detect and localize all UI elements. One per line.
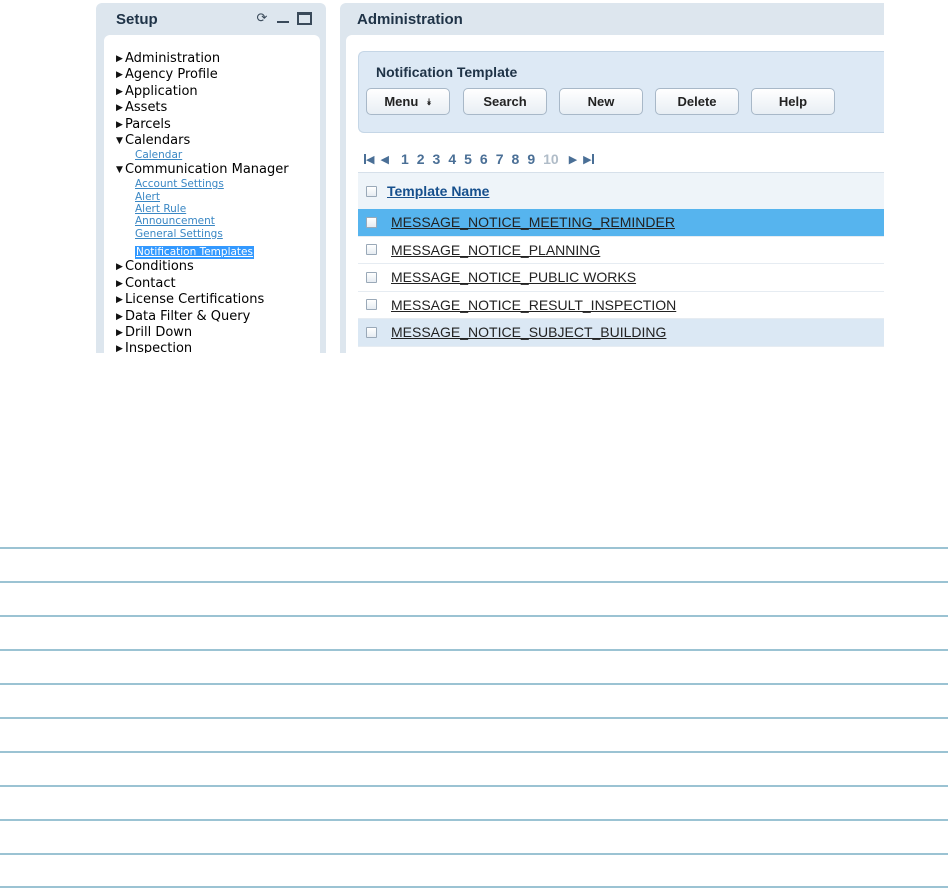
expand-arrow-icon[interactable]: ▶ xyxy=(116,341,125,353)
page-link[interactable]: 6 xyxy=(480,151,488,167)
tree-item-communication-manager[interactable]: ▼ Communication Manager xyxy=(116,162,320,178)
page-link[interactable]: 4 xyxy=(448,151,456,167)
ruled-line xyxy=(0,547,948,549)
tree-item-parcels[interactable]: ▶ Parcels xyxy=(116,117,320,133)
last-page-icon[interactable]: ▶ xyxy=(583,153,594,166)
maximize-icon[interactable] xyxy=(297,11,312,25)
setup-panel: Setup ⟳ ▶ Administration ▶ Agency Profile … xyxy=(96,3,326,353)
template-name-link[interactable]: MESSAGE_NOTICE_RESULT_INSPECTION xyxy=(391,297,676,313)
minimize-icon[interactable] xyxy=(276,11,290,25)
table-row[interactable]: MESSAGE_NOTICE_RESULT_INSPECTION xyxy=(358,292,884,319)
grid-header: Template Name xyxy=(358,172,884,209)
administration-panel-title: Administration xyxy=(357,10,463,28)
expand-arrow-icon[interactable]: ▶ xyxy=(116,51,125,67)
ruled-line xyxy=(0,751,948,753)
expand-arrow-icon[interactable]: ▶ xyxy=(116,292,125,308)
tree-subitem-notification-templates[interactable]: Notification Templates xyxy=(135,246,254,259)
ruled-line xyxy=(0,683,948,685)
table-row[interactable]: MESSAGE_NOTICE_SUBJECT_BUILDING xyxy=(358,319,884,347)
row-checkbox[interactable] xyxy=(366,216,377,228)
select-all-checkbox[interactable] xyxy=(366,185,377,197)
expand-arrow-icon[interactable]: ▶ xyxy=(116,309,125,325)
search-button[interactable]: Search xyxy=(463,88,547,115)
expand-arrow-icon[interactable]: ▶ xyxy=(116,276,125,292)
administration-body: Notification Template Menu ⯯ Search New D… xyxy=(346,35,884,353)
expand-arrow-icon[interactable]: ▶ xyxy=(116,259,125,275)
ruled-line xyxy=(0,615,948,617)
prev-page-icon[interactable]: ◀ xyxy=(380,153,388,166)
notification-template-toolbar: Notification Template Menu ⯯ Search New D… xyxy=(358,51,884,133)
menu-button[interactable]: Menu ⯯ xyxy=(366,88,450,115)
help-button[interactable]: Help xyxy=(751,88,835,115)
page-link[interactable]: 3 xyxy=(433,151,441,167)
tree-item-contact[interactable]: ▶ Contact xyxy=(116,276,320,292)
setup-tree: ▶ Administration ▶ Agency Profile ▶ Applica… xyxy=(104,35,320,353)
table-row[interactable]: MESSAGE_NOTICE_MEETING_REMINDER xyxy=(358,209,884,237)
new-button[interactable]: New xyxy=(559,88,643,115)
delete-button[interactable]: Delete xyxy=(655,88,739,115)
first-page-icon[interactable]: ◀ xyxy=(364,153,374,166)
expand-arrow-icon[interactable]: ▶ xyxy=(116,117,125,133)
tree-item-conditions[interactable]: ▶ Conditions xyxy=(116,259,320,275)
ruled-line xyxy=(0,819,948,821)
tree-subitem-account-settings[interactable]: Account Settings xyxy=(135,178,320,190)
tree-subitem-general-settings[interactable]: General Settings xyxy=(135,228,320,240)
page-link-current: 10 xyxy=(543,151,559,167)
section-title: Notification Template xyxy=(376,64,518,80)
template-name-link[interactable]: MESSAGE_NOTICE_PLANNING xyxy=(391,242,600,258)
page-link[interactable]: 8 xyxy=(512,151,520,167)
template-name-link[interactable]: MESSAGE_NOTICE_SUBJECT_BUILDING xyxy=(391,324,666,340)
tree-item-inspection[interactable]: ▶ Inspection xyxy=(116,341,320,353)
refresh-icon[interactable]: ⟳ xyxy=(255,11,269,25)
tree-item-assets[interactable]: ▶ Assets xyxy=(116,100,320,116)
template-name-link[interactable]: MESSAGE_NOTICE_MEETING_REMINDER xyxy=(391,214,675,230)
tree-item-calendars[interactable]: ▼ Calendars xyxy=(116,133,320,149)
table-row[interactable]: MESSAGE_NOTICE_PLANNING xyxy=(358,237,884,264)
expand-arrow-icon[interactable]: ▶ xyxy=(116,100,125,116)
table-row[interactable]: MESSAGE_NOTICE_PUBLIC WORKS xyxy=(358,264,884,292)
tree-item-agency-profile[interactable]: ▶ Agency Profile xyxy=(116,67,320,83)
ruled-line xyxy=(0,649,948,651)
ruled-line xyxy=(0,886,948,888)
administration-panel: Administration Notification Template Men… xyxy=(340,3,884,353)
tree-item-administration[interactable]: ▶ Administration xyxy=(116,51,320,67)
tree-item-license-certifications[interactable]: ▶ License Certifications xyxy=(116,292,320,308)
page-link[interactable]: 7 xyxy=(496,151,504,167)
row-checkbox[interactable] xyxy=(366,326,377,338)
tree-item-application[interactable]: ▶ Application xyxy=(116,84,320,100)
template-name-link[interactable]: MESSAGE_NOTICE_PUBLIC WORKS xyxy=(391,269,636,285)
row-checkbox[interactable] xyxy=(366,244,377,256)
ruled-line xyxy=(0,581,948,583)
tree-subitem-announcement[interactable]: Announcement xyxy=(135,215,320,227)
expand-arrow-icon[interactable]: ▶ xyxy=(116,325,125,341)
page-link[interactable]: 2 xyxy=(417,151,425,167)
pagination: ◀ ◀ 1 2 3 4 5 6 7 8 9 10 ▶ ▶ xyxy=(364,149,600,169)
expand-arrow-icon[interactable]: ▶ xyxy=(116,84,125,100)
row-checkbox[interactable] xyxy=(366,271,377,283)
tree-subitem-alert[interactable]: Alert xyxy=(135,191,320,203)
tree-item-drill-down[interactable]: ▶ Drill Down xyxy=(116,325,320,341)
next-page-icon[interactable]: ▶ xyxy=(569,153,577,166)
page-link[interactable]: 9 xyxy=(527,151,535,167)
row-checkbox[interactable] xyxy=(366,299,377,311)
tree-subitem-alert-rule[interactable]: Alert Rule xyxy=(135,203,320,215)
ruled-line xyxy=(0,717,948,719)
ruled-line xyxy=(0,785,948,787)
tree-subitem-calendar[interactable]: Calendar xyxy=(135,149,320,161)
template-grid: Template Name MESSAGE_NOTICE_MEETING_REM… xyxy=(358,172,884,347)
collapse-arrow-icon[interactable]: ▼ xyxy=(116,162,125,178)
page-link[interactable]: 5 xyxy=(464,151,472,167)
collapse-arrow-icon[interactable]: ▼ xyxy=(116,133,125,149)
tree-item-data-filter-query[interactable]: ▶ Data Filter & Query xyxy=(116,309,320,325)
page-link[interactable]: 1 xyxy=(401,151,409,167)
ruled-line xyxy=(0,853,948,855)
setup-panel-controls: ⟳ xyxy=(255,11,312,25)
dropdown-arrow-icon: ⯯ xyxy=(426,97,432,107)
expand-arrow-icon[interactable]: ▶ xyxy=(116,67,125,83)
column-header-template-name[interactable]: Template Name xyxy=(387,183,489,199)
